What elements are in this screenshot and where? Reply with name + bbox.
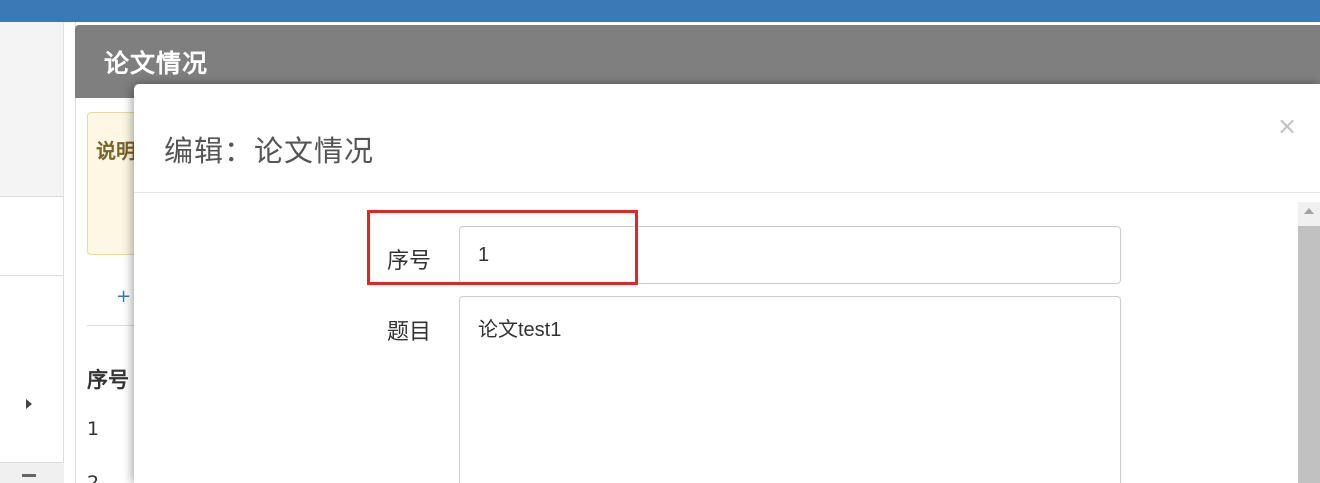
title-label: 题目: [387, 320, 432, 345]
caret-right-icon[interactable]: [26, 399, 32, 409]
note-label: 说明: [96, 139, 136, 163]
title-textarea[interactable]: 论文test1: [459, 296, 1121, 483]
close-icon[interactable]: ×: [1277, 114, 1297, 138]
seq-label: 序号: [387, 249, 432, 274]
list-item: 1: [87, 418, 100, 440]
left-nav-panel: [0, 196, 64, 483]
left-nav-divider: [0, 275, 64, 276]
panel-title: 论文情况: [104, 49, 209, 78]
add-record-link[interactable]: +: [116, 286, 131, 307]
scroll-up-icon[interactable]: [1304, 208, 1314, 214]
modal-title: 编辑：论文情况: [164, 134, 375, 168]
left-nav-item[interactable]: [0, 462, 64, 483]
edit-modal: 编辑：论文情况 × 序号 题目 论文test1: [134, 84, 1320, 483]
list-header-seq: 序号: [87, 368, 129, 392]
scrollbar-thumb[interactable]: [1298, 226, 1320, 483]
list-item: 2: [87, 472, 100, 483]
seq-input[interactable]: [459, 226, 1121, 284]
top-bar: [0, 0, 1320, 22]
collapse-icon[interactable]: [22, 474, 36, 477]
modal-header-divider: [134, 192, 1320, 193]
